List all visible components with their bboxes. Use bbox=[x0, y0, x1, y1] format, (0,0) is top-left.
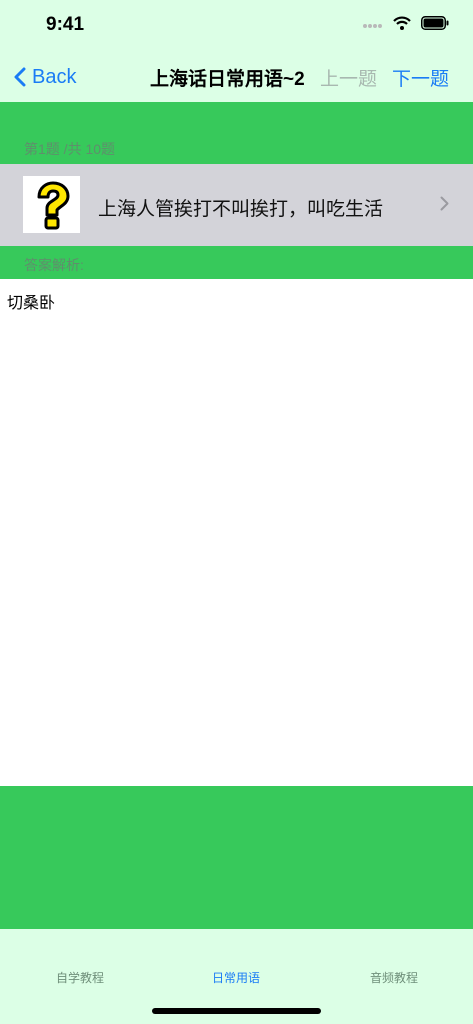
battery-icon bbox=[421, 16, 449, 35]
next-question-button[interactable]: 下一题 bbox=[392, 64, 449, 91]
question-mark-icon bbox=[23, 176, 80, 233]
signal-icon bbox=[363, 17, 383, 35]
status-bar: 9:41 bbox=[0, 0, 473, 52]
home-indicator bbox=[152, 1008, 321, 1014]
question-count: 第1题 /共 10题 bbox=[24, 141, 116, 157]
navigation-bar: Back 上海话日常用语~2 上一题 下一题 bbox=[0, 52, 473, 102]
status-icons bbox=[363, 16, 449, 35]
back-button[interactable]: Back bbox=[14, 62, 76, 92]
chevron-left-icon bbox=[14, 67, 26, 87]
answer-text-area: 切桑卧 bbox=[0, 279, 473, 786]
page-title: 上海话日常用语~2 bbox=[150, 69, 305, 90]
wifi-icon bbox=[393, 16, 411, 35]
answer-label: 答案解析: bbox=[24, 257, 84, 273]
status-time: 9:41 bbox=[46, 14, 85, 35]
tab-self-study[interactable]: 自学教程 bbox=[56, 969, 104, 986]
chevron-right-icon bbox=[440, 196, 449, 211]
question-cell[interactable]: 上海人管挨打不叫挨打，叫吃生活 bbox=[0, 164, 473, 246]
previous-question-button[interactable]: 上一题 bbox=[320, 64, 377, 91]
question-text: 上海人管挨打不叫挨打，叫吃生活 bbox=[98, 199, 384, 220]
tab-audio-tutorials[interactable]: 音频教程 bbox=[370, 969, 418, 986]
back-label: Back bbox=[32, 65, 77, 88]
tab-daily-phrases[interactable]: 日常用语 bbox=[212, 969, 260, 986]
answer-text: 切桑卧 bbox=[7, 295, 56, 312]
